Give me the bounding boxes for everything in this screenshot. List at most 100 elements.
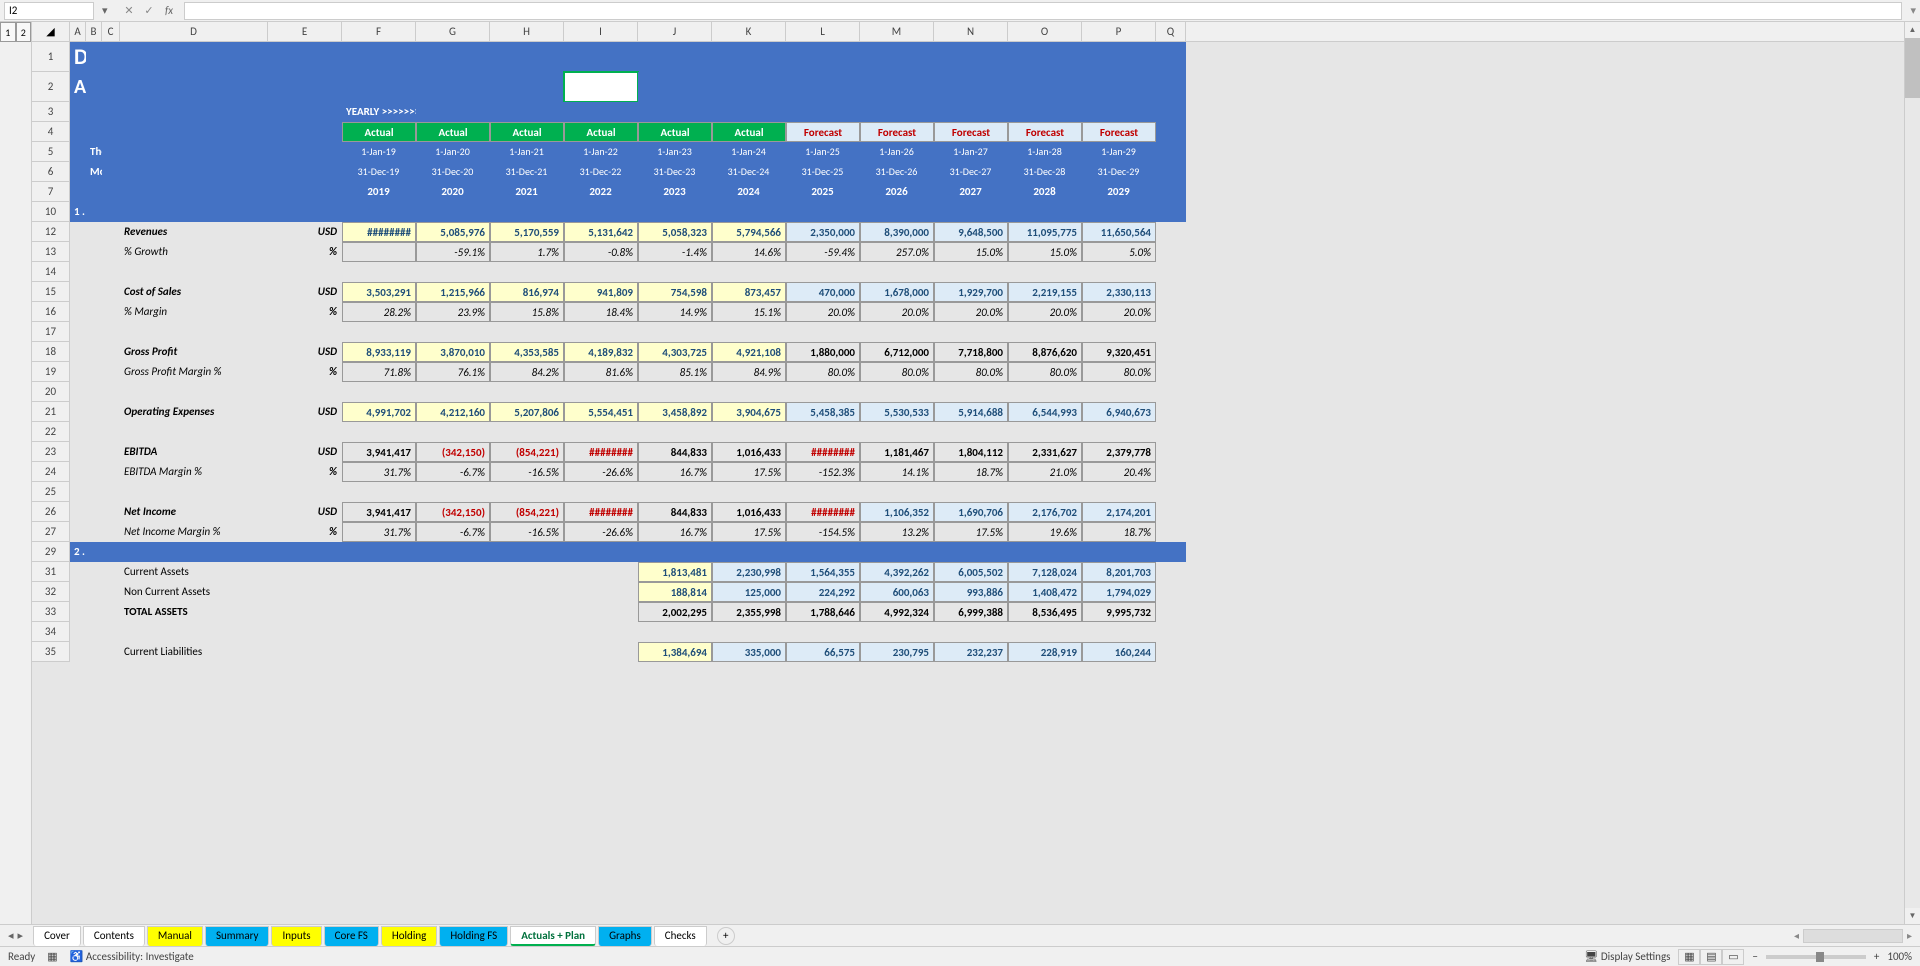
cell[interactable] — [638, 622, 712, 642]
cell[interactable]: 19.6% — [1008, 522, 1082, 542]
cell[interactable] — [86, 542, 102, 562]
cell[interactable]: 1.7% — [490, 242, 564, 262]
cell[interactable]: ######## — [786, 502, 860, 522]
page-break-icon[interactable]: ▭ — [1722, 949, 1744, 965]
cell[interactable] — [86, 202, 102, 222]
cell[interactable] — [712, 322, 786, 342]
cell[interactable] — [934, 42, 1008, 72]
cell[interactable] — [490, 542, 564, 562]
cell[interactable]: 2,330,113 — [1082, 282, 1156, 302]
cell[interactable] — [102, 582, 120, 602]
cell[interactable] — [70, 102, 86, 122]
cell[interactable]: 11,095,775 — [1008, 222, 1082, 242]
sheet-tab[interactable]: Core FS — [324, 926, 379, 946]
cell[interactable]: 21.0% — [1008, 462, 1082, 482]
tab-last-icon[interactable]: ▸ — [18, 929, 24, 942]
cell[interactable]: 335,000 — [712, 642, 786, 662]
cell[interactable]: % — [268, 362, 342, 382]
cell[interactable]: 1,678,000 — [860, 282, 934, 302]
cell[interactable]: 66,575 — [786, 642, 860, 662]
cell[interactable]: -6.7% — [416, 522, 490, 542]
cell[interactable]: 20.0% — [934, 302, 1008, 322]
cell[interactable]: 4,991,702 — [342, 402, 416, 422]
cell[interactable] — [934, 542, 1008, 562]
cell[interactable]: 1-Jan-25 — [786, 142, 860, 162]
cell[interactable]: 5,131,642 — [564, 222, 638, 242]
cell[interactable] — [638, 422, 712, 442]
cell[interactable] — [86, 602, 102, 622]
cell[interactable]: 17.5% — [934, 522, 1008, 542]
row-header[interactable]: 32 — [32, 582, 70, 602]
cell[interactable] — [120, 542, 268, 562]
cell[interactable] — [120, 102, 268, 122]
cell[interactable] — [342, 422, 416, 442]
cell[interactable]: 1-Jan-27 — [934, 142, 1008, 162]
cell[interactable] — [268, 422, 342, 442]
cell[interactable] — [1082, 622, 1156, 642]
cell[interactable] — [102, 242, 120, 262]
cell[interactable] — [102, 182, 120, 202]
col-header[interactable]: O — [1008, 22, 1082, 41]
sheet-tab[interactable]: Contents — [83, 926, 145, 946]
cell[interactable] — [120, 162, 268, 182]
outline-level-2[interactable]: 2 — [16, 22, 32, 42]
cell[interactable] — [1008, 202, 1082, 222]
cell[interactable] — [786, 72, 860, 102]
cell[interactable] — [1156, 202, 1186, 222]
cell[interactable]: 1-Jan-20 — [416, 142, 490, 162]
cell[interactable]: -152.3% — [786, 462, 860, 482]
cell[interactable] — [342, 202, 416, 222]
cell[interactable]: 31-Dec-22 — [564, 162, 638, 182]
cell[interactable]: 5,458,385 — [786, 402, 860, 422]
cell[interactable] — [712, 622, 786, 642]
cell[interactable] — [70, 222, 86, 242]
cell[interactable] — [564, 622, 638, 642]
cell[interactable] — [120, 142, 268, 162]
cell[interactable]: Revenues — [120, 222, 268, 242]
cell[interactable]: 2020 — [416, 182, 490, 202]
cell[interactable] — [70, 422, 86, 442]
cell[interactable]: 1,788,646 — [786, 602, 860, 622]
cell[interactable] — [934, 622, 1008, 642]
cell[interactable]: -154.5% — [786, 522, 860, 542]
cell[interactable] — [268, 72, 342, 102]
cell[interactable]: 224,292 — [786, 582, 860, 602]
cell[interactable]: USD — [268, 502, 342, 522]
cell[interactable] — [1008, 542, 1082, 562]
row-header[interactable]: 13 — [32, 242, 70, 262]
scroll-up-icon[interactable]: ▲ — [1905, 22, 1920, 38]
cell[interactable] — [786, 262, 860, 282]
cell[interactable]: 5,530,533 — [860, 402, 934, 422]
cell[interactable] — [268, 382, 342, 402]
cell[interactable]: 5,207,806 — [490, 402, 564, 422]
cell[interactable] — [786, 542, 860, 562]
col-header[interactable]: I — [564, 22, 638, 41]
row-header[interactable]: 4 — [32, 122, 70, 142]
cell[interactable] — [712, 202, 786, 222]
cell[interactable] — [416, 422, 490, 442]
row-header[interactable]: 17 — [32, 322, 70, 342]
cell[interactable]: 20.0% — [1008, 302, 1082, 322]
cell[interactable] — [1008, 422, 1082, 442]
cell[interactable]: Forecast — [860, 122, 934, 142]
cell[interactable]: Debt Collection Agency Fin. Model — [70, 42, 86, 72]
cell[interactable] — [1156, 602, 1186, 622]
cell[interactable] — [70, 382, 86, 402]
cell[interactable] — [342, 542, 416, 562]
cell[interactable]: 16.7% — [638, 522, 712, 542]
cell[interactable] — [1156, 162, 1186, 182]
cell[interactable]: 2,002,295 — [638, 602, 712, 622]
cell[interactable]: 8,390,000 — [860, 222, 934, 242]
cell[interactable]: 15.8% — [490, 302, 564, 322]
row-header[interactable]: 7 — [32, 182, 70, 202]
sheet-tab[interactable]: Inputs — [271, 926, 321, 946]
cell[interactable] — [490, 72, 564, 102]
cell[interactable]: 31-Dec-20 — [416, 162, 490, 182]
cell[interactable] — [1082, 542, 1156, 562]
cell[interactable] — [416, 582, 490, 602]
cell[interactable]: Net Income Margin % — [120, 522, 268, 542]
cell[interactable] — [786, 622, 860, 642]
cell[interactable] — [342, 602, 416, 622]
cell[interactable]: 4,303,725 — [638, 342, 712, 362]
cell[interactable]: 5,170,559 — [490, 222, 564, 242]
